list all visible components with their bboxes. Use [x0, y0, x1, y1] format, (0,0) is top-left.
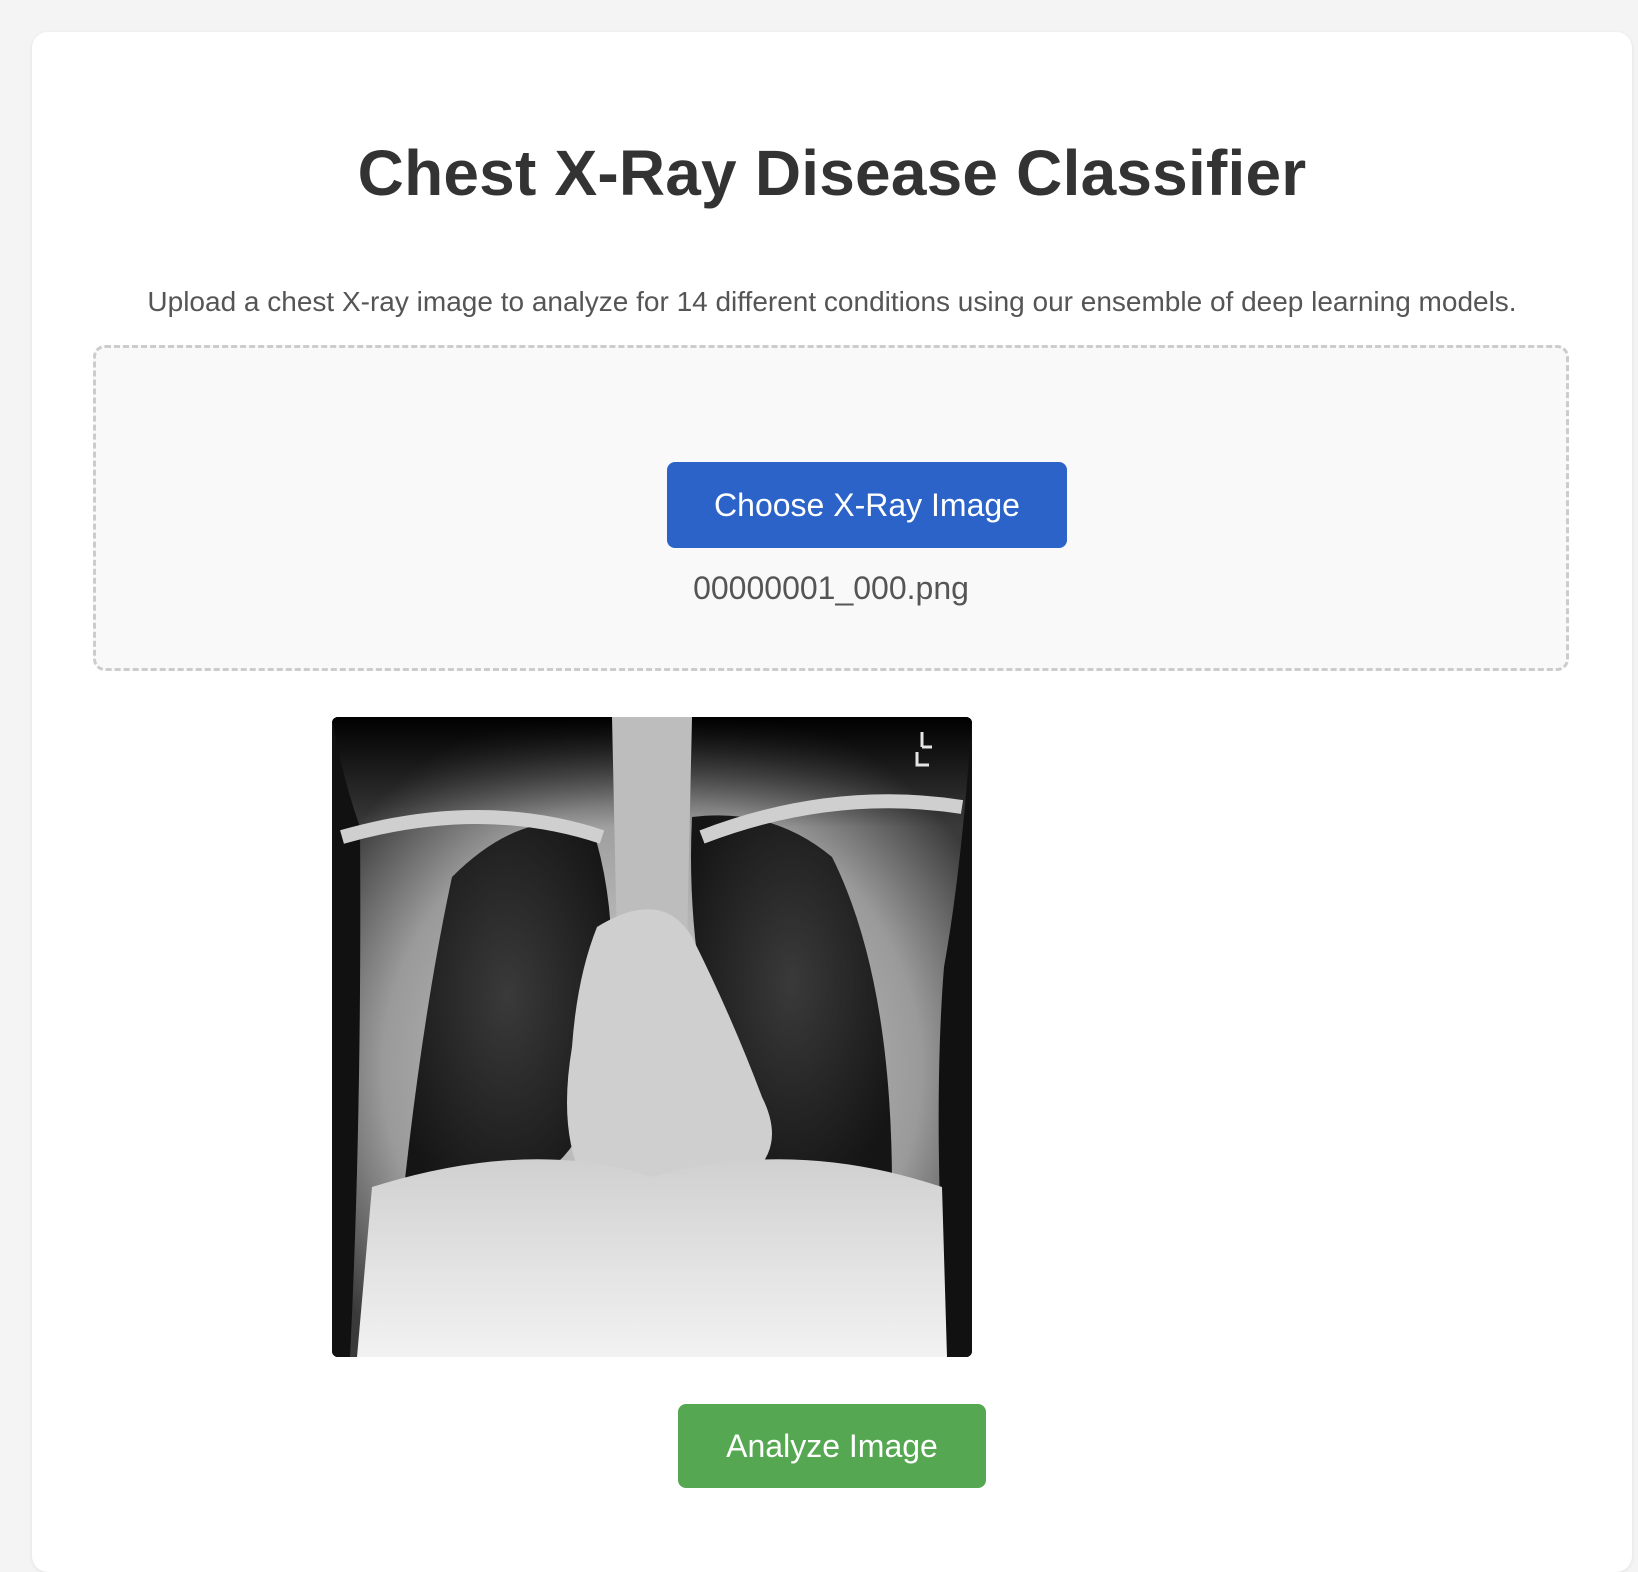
analyze-image-button[interactable]: Analyze Image — [678, 1404, 986, 1488]
selected-file-name: 00000001_000.png — [693, 570, 969, 606]
upload-drop-zone[interactable]: Choose X-Ray Image 00000001_000.png — [93, 345, 1569, 671]
page-title: Chest X-Ray Disease Classifier — [357, 137, 1307, 209]
xray-preview-image — [332, 717, 972, 1357]
chest-xray-image-icon — [332, 717, 972, 1357]
main-card: Chest X-Ray Disease Classifier Upload a … — [32, 32, 1632, 1572]
page-subtitle: Upload a chest X-ray image to analyze fo… — [147, 286, 1517, 317]
choose-image-button[interactable]: Choose X-Ray Image — [667, 462, 1067, 548]
